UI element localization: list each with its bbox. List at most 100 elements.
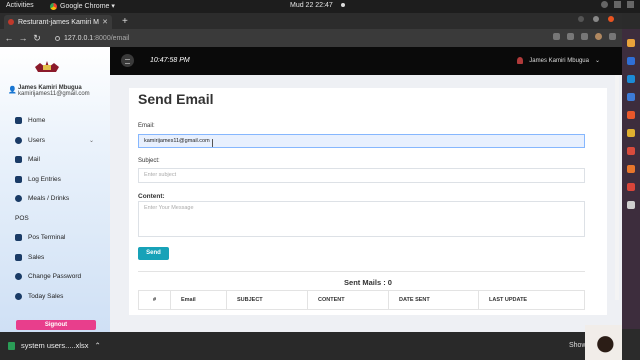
reload-icon[interactable]: ↻ bbox=[30, 33, 44, 44]
chart-icon bbox=[15, 292, 22, 300]
page-scrollbar[interactable] bbox=[615, 75, 619, 300]
dock-app-icon[interactable] bbox=[627, 75, 635, 83]
forward-icon[interactable]: → bbox=[16, 33, 30, 43]
close-window-button[interactable] bbox=[608, 16, 614, 22]
divider bbox=[138, 271, 585, 272]
profile-avatar[interactable] bbox=[595, 33, 602, 40]
terminal-icon bbox=[15, 234, 22, 242]
app-menu-label: Google Chrome ▾ bbox=[60, 3, 115, 10]
log-icon bbox=[15, 175, 22, 183]
column-header[interactable]: CONTENT bbox=[307, 290, 389, 310]
minimize-button[interactable] bbox=[578, 16, 584, 22]
signout-button[interactable]: Signout bbox=[16, 320, 96, 330]
home-icon bbox=[15, 117, 22, 125]
bookmark-star-icon[interactable] bbox=[581, 33, 588, 40]
extensions-icon[interactable] bbox=[609, 33, 616, 40]
sidebar-item-label: Today Sales bbox=[28, 292, 64, 300]
chevron-down-icon: ⌄ bbox=[88, 137, 94, 144]
user-menu[interactable]: James Kamiri Mbugua ⌄ bbox=[517, 57, 600, 64]
show-all-button[interactable]: Show bbox=[569, 342, 587, 349]
spreadsheet-file-icon bbox=[8, 341, 15, 350]
subject-field[interactable]: Enter subject bbox=[138, 168, 585, 183]
main-content: Send Email Email: kamirijames11@gmail.co… bbox=[110, 75, 622, 332]
column-header[interactable]: Email bbox=[170, 290, 227, 310]
system-tray[interactable] bbox=[601, 1, 634, 8]
column-header[interactable]: # bbox=[138, 290, 171, 310]
chevron-up-icon[interactable]: ⌃ bbox=[95, 341, 101, 350]
back-icon[interactable]: ← bbox=[2, 33, 16, 43]
page-title: Send Email bbox=[138, 91, 214, 107]
meals-icon bbox=[15, 195, 22, 203]
system-clock[interactable]: Mud 22 22:47 bbox=[290, 2, 345, 9]
tab-title: Resturant-james Kamiri M bbox=[18, 18, 99, 26]
sidebar-item-label: Log Entries bbox=[28, 175, 61, 183]
user-profile[interactable]: 👤 James Kamiri Mbugua kamirijames11@gmai… bbox=[8, 85, 90, 97]
dock-app-icon[interactable] bbox=[627, 39, 635, 47]
profile-email: kamirijames11@gmail.com bbox=[18, 91, 90, 97]
site-info-icon[interactable] bbox=[55, 35, 60, 41]
app-header: 10:47:58 PM James Kamiri Mbugua ⌄ bbox=[110, 47, 622, 75]
key-icon bbox=[15, 273, 22, 281]
os-top-bar: Activities Google Chrome ▾ Mud 22 22:47 bbox=[0, 0, 640, 13]
url-host: 127.0.0.1 bbox=[64, 34, 94, 42]
users-icon bbox=[15, 136, 22, 144]
battery-icon bbox=[627, 1, 634, 8]
sidebar-item-log-entries[interactable]: Log Entries bbox=[0, 170, 110, 190]
downloads-bar: system users.....xlsx ⌃ Show bbox=[0, 332, 622, 360]
clock-label: Mud 22 22:47 bbox=[290, 2, 333, 9]
sidebar-item-home[interactable]: Home bbox=[0, 111, 110, 131]
restaurant-logo-icon bbox=[35, 61, 59, 72]
content-field[interactable]: Enter Your Message bbox=[138, 201, 585, 237]
address-bar[interactable]: 127.0.0.1:8000/email bbox=[55, 32, 580, 44]
dock-app-icon[interactable] bbox=[627, 165, 635, 173]
subject-label: Subject: bbox=[138, 158, 160, 164]
sidebar-nav: Home Users ⌄ Mail Log Entries Meals / Dri… bbox=[0, 111, 110, 306]
sent-mails-title: Sent Mails : 0 bbox=[344, 278, 392, 287]
dock-app-icon[interactable] bbox=[627, 111, 635, 119]
sidebar-item-mail[interactable]: Mail bbox=[0, 150, 110, 170]
new-tab-button[interactable]: + bbox=[122, 16, 128, 27]
column-header[interactable]: DATE SENT bbox=[388, 290, 479, 310]
sidebar-item-sales[interactable]: Sales bbox=[0, 248, 110, 268]
sidebar-item-users[interactable]: Users ⌄ bbox=[0, 131, 110, 151]
share-icon[interactable] bbox=[567, 33, 574, 40]
table-header-row: # Email SUBJECT CONTENT DATE SENT LAST U… bbox=[138, 290, 585, 310]
sidebar-item-label: Change Password bbox=[28, 273, 82, 281]
dock-app-icon[interactable] bbox=[627, 147, 635, 155]
sent-mails-table: # Email SUBJECT CONTENT DATE SENT LAST U… bbox=[138, 290, 585, 310]
sidebar-item-label: Sales bbox=[28, 253, 45, 261]
sidebar: 👤 James Kamiri Mbugua kamirijames11@gmai… bbox=[0, 47, 110, 332]
app-menu[interactable]: Google Chrome ▾ bbox=[50, 2, 115, 10]
menu-toggle-icon[interactable] bbox=[121, 54, 134, 67]
sidebar-item-label: Users bbox=[28, 136, 45, 144]
maximize-button[interactable] bbox=[593, 16, 599, 22]
user-icon bbox=[517, 57, 524, 64]
zoom-icon[interactable] bbox=[553, 33, 560, 40]
send-button[interactable]: Send bbox=[138, 247, 169, 260]
text-cursor bbox=[212, 139, 213, 147]
sidebar-item-label: Mail bbox=[28, 156, 40, 164]
download-filename: system users.....xlsx bbox=[21, 341, 89, 350]
sidebar-item-meals[interactable]: Meals / Drinks bbox=[0, 189, 110, 209]
close-tab-icon[interactable]: ✕ bbox=[102, 18, 108, 26]
download-item[interactable]: system users.....xlsx ⌃ bbox=[8, 341, 101, 350]
dock-app-icon[interactable] bbox=[627, 183, 635, 191]
column-header[interactable]: LAST UPDATE bbox=[478, 290, 585, 310]
activities-button[interactable]: Activities bbox=[6, 2, 34, 9]
sidebar-item-label: Home bbox=[28, 117, 46, 125]
browser-tab-bar: Resturant-james Kamiri M ✕ + bbox=[0, 13, 622, 29]
dock-app-icon[interactable] bbox=[627, 129, 635, 137]
dock-app-icon[interactable] bbox=[627, 201, 635, 209]
dock-app-icon[interactable] bbox=[627, 93, 635, 101]
sidebar-item-pos-terminal[interactable]: Pos Terminal bbox=[0, 228, 110, 248]
dock-app-icon[interactable] bbox=[627, 57, 635, 65]
sidebar-item-today-sales[interactable]: Today Sales bbox=[0, 287, 110, 307]
column-header[interactable]: SUBJECT bbox=[226, 290, 308, 310]
sidebar-item-change-password[interactable]: Change Password bbox=[0, 267, 110, 287]
browser-tab[interactable]: Resturant-james Kamiri M ✕ bbox=[4, 15, 112, 29]
favicon-icon bbox=[8, 19, 14, 25]
toolbar-icons bbox=[553, 33, 616, 40]
sidebar-section-pos: POS bbox=[0, 209, 110, 229]
email-field[interactable]: kamirijames11@gmail.com bbox=[138, 134, 585, 148]
user-icon: 👤 bbox=[8, 87, 17, 94]
